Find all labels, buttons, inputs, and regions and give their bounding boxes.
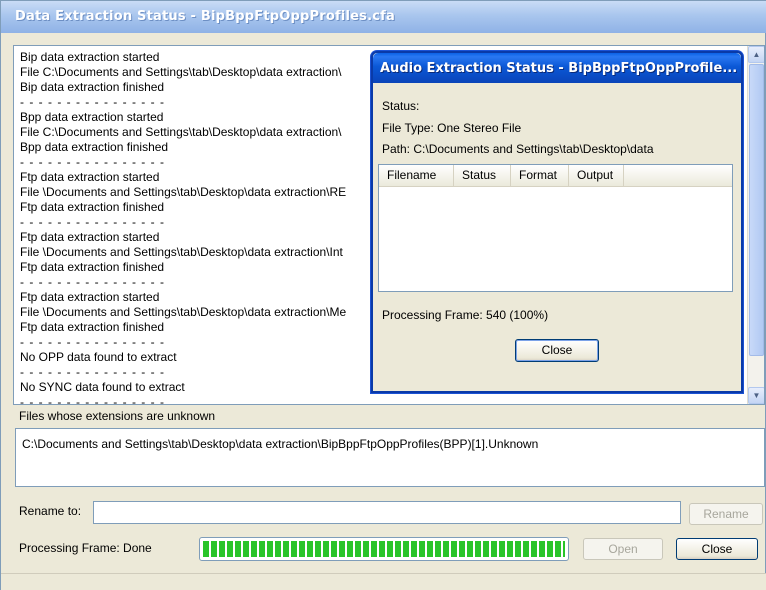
rename-input[interactable] — [93, 501, 681, 524]
audio-extraction-dialog: Audio Extraction Status - BipBppFtpOppPr… — [371, 51, 743, 393]
scroll-up-icon[interactable]: ▲ — [748, 46, 764, 63]
window-titlebar[interactable]: Data Extraction Status - BipBppFtpOppPro… — [1, 1, 766, 33]
dialog-close-button[interactable]: Close — [515, 339, 599, 362]
rename-button[interactable]: Rename — [689, 503, 763, 525]
file-list-view[interactable]: Filename Status Format Output — [378, 164, 733, 292]
processing-frame-label: Processing Frame: Done — [19, 541, 152, 555]
dialog-titlebar[interactable]: Audio Extraction Status - BipBppFtpOppPr… — [373, 53, 741, 83]
rename-label: Rename to: — [19, 504, 82, 518]
open-button[interactable]: Open — [583, 538, 663, 560]
unknown-file-item[interactable]: C:\Documents and Settings\tab\Desktop\da… — [22, 437, 538, 451]
column-filename[interactable]: Filename — [379, 165, 454, 186]
list-header: Filename Status Format Output — [379, 165, 732, 187]
scroll-thumb[interactable] — [749, 64, 764, 356]
progress-bar — [199, 537, 569, 561]
scroll-down-icon[interactable]: ▼ — [748, 387, 764, 404]
column-format[interactable]: Format — [511, 165, 569, 186]
file-type-text: File Type: One Stereo File — [382, 121, 522, 135]
log-scrollbar[interactable]: ▲ ▼ — [747, 46, 764, 404]
log-separator: - - - - - - - - - - - - - - - - — [20, 395, 165, 405]
column-status[interactable]: Status — [454, 165, 511, 186]
dialog-processing-frame: Processing Frame: 540 (100%) — [382, 308, 549, 322]
column-output[interactable]: Output — [569, 165, 624, 186]
unknown-files-label: Files whose extensions are unknown — [19, 409, 216, 423]
unknown-files-list[interactable]: C:\Documents and Settings\tab\Desktop\da… — [15, 428, 765, 487]
close-button[interactable]: Close — [676, 538, 758, 560]
status-label: Status: — [382, 99, 420, 113]
bottom-strip — [1, 573, 766, 590]
progress-fill — [203, 541, 565, 557]
path-text: Path: C:\Documents and Settings\tab\Desk… — [382, 142, 654, 156]
dialog-title: Audio Extraction Status - BipBppFtpOppPr… — [380, 61, 738, 76]
window-title: Data Extraction Status - BipBppFtpOppPro… — [15, 9, 395, 24]
dialog-body: Status: File Type: One Stereo File Path:… — [373, 83, 741, 391]
